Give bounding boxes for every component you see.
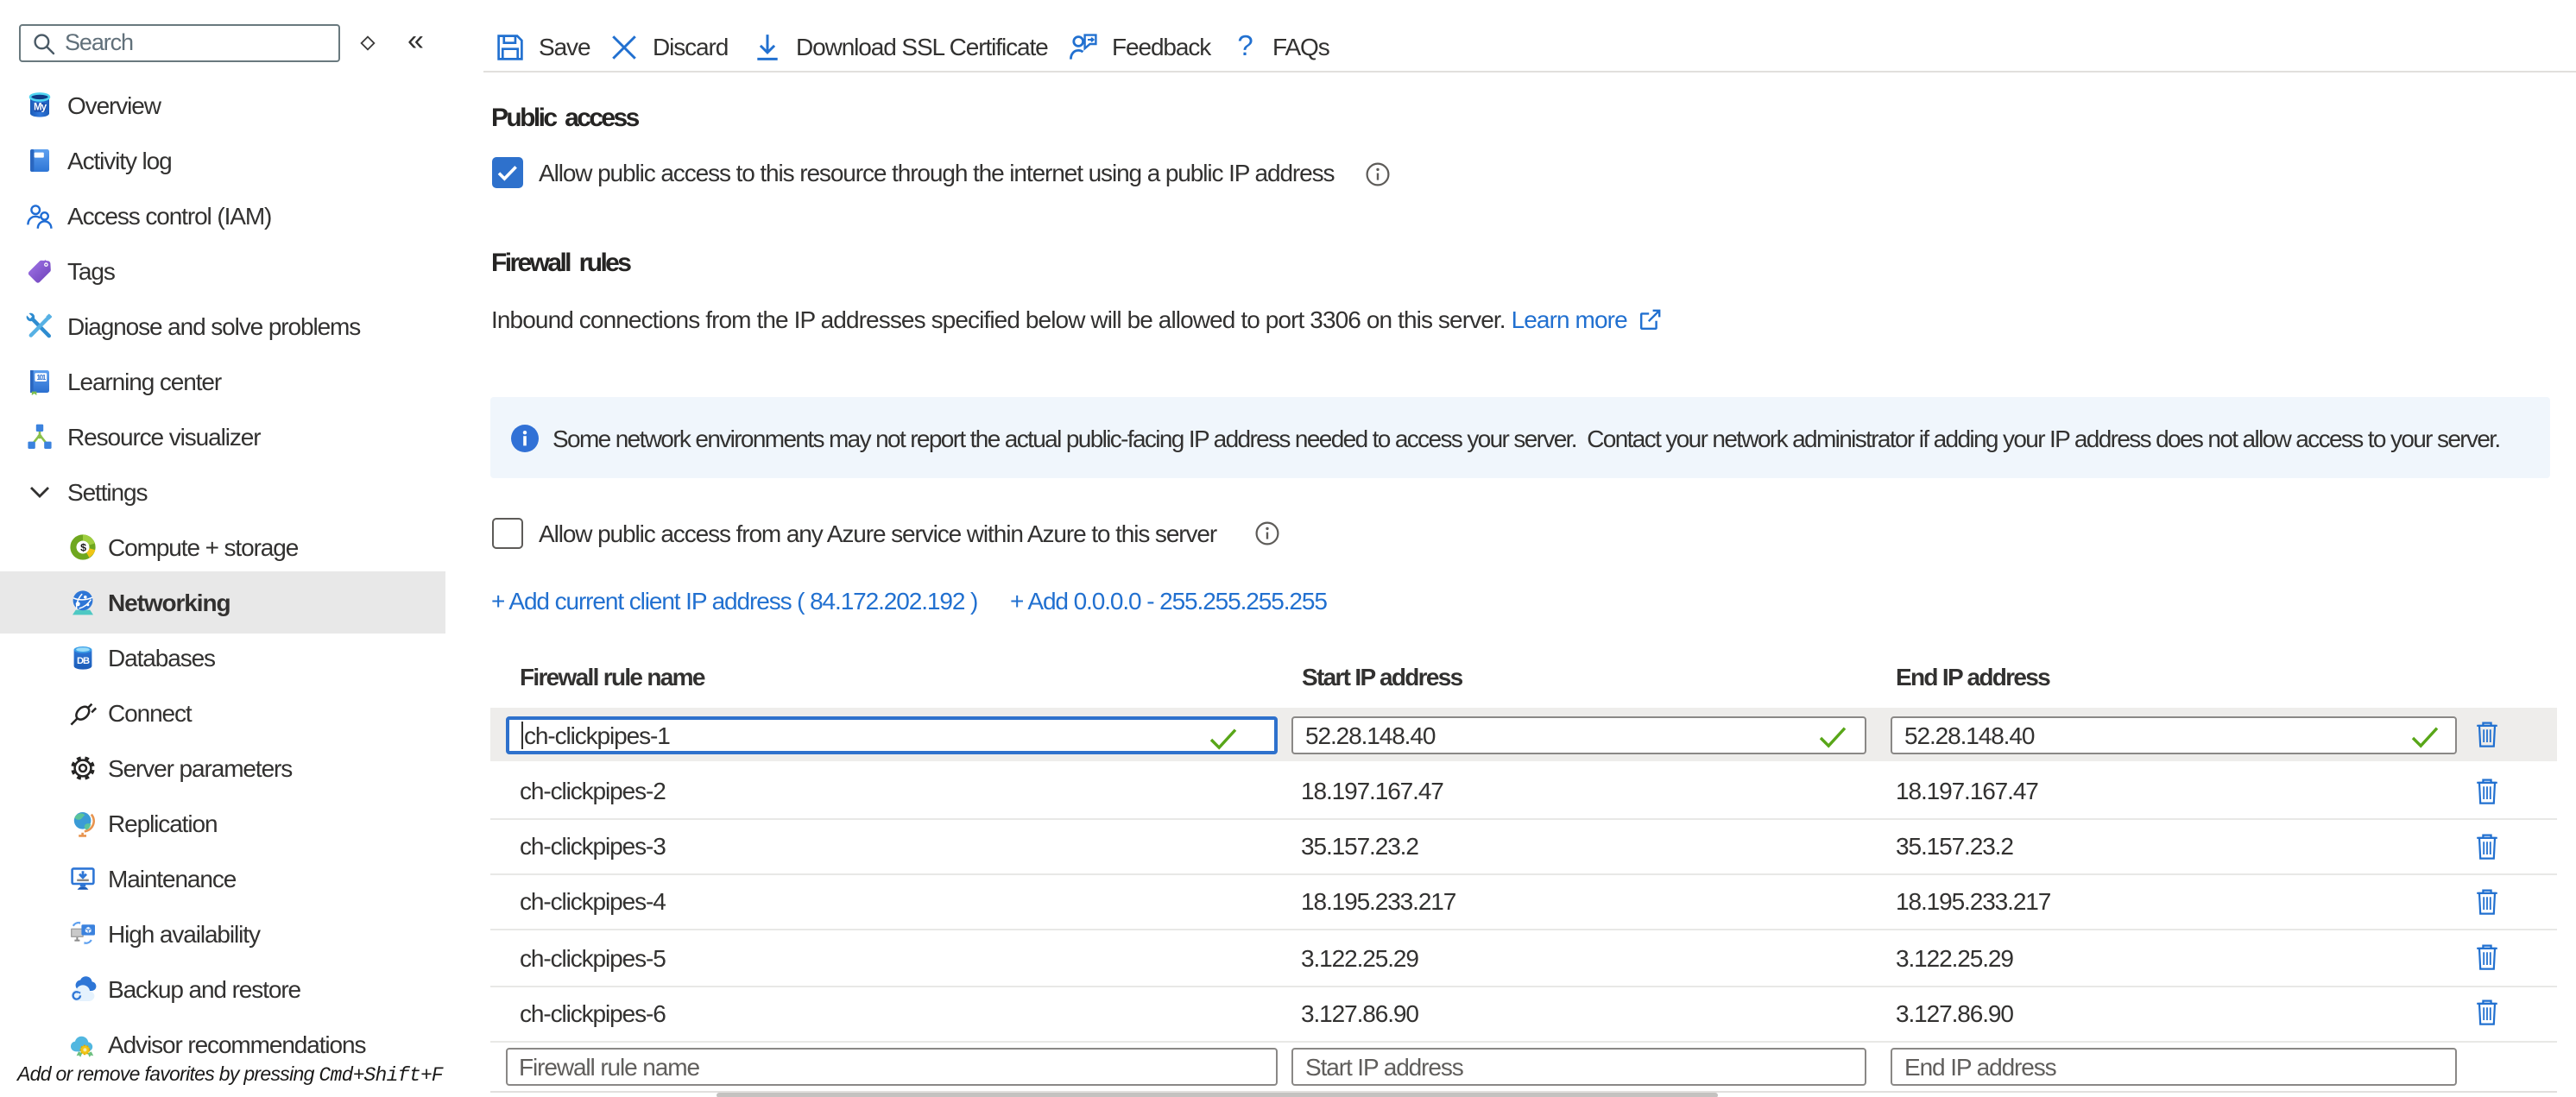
- svg-text:My: My: [34, 102, 47, 113]
- svg-text:DB: DB: [76, 656, 89, 666]
